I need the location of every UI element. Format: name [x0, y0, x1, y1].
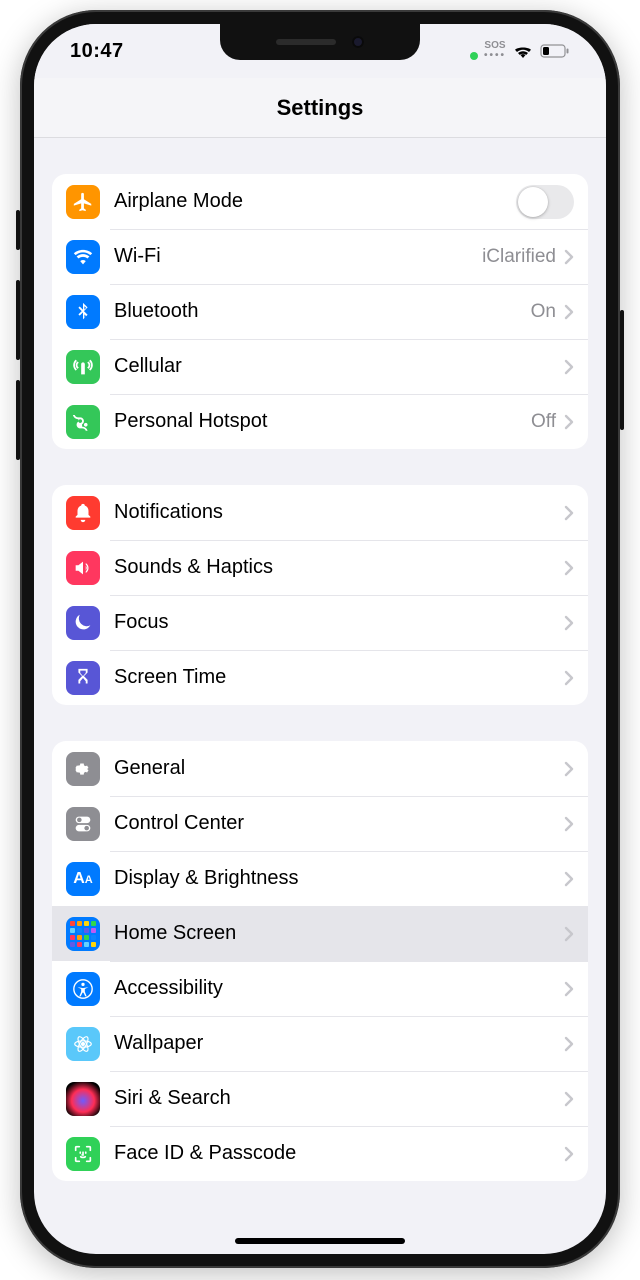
chevron-right-icon [564, 761, 574, 777]
row-label: Focus [114, 611, 564, 634]
cellular-icon [66, 350, 100, 384]
mute-switch [16, 210, 20, 250]
chevron-right-icon [564, 615, 574, 631]
siri-icon [66, 1082, 100, 1116]
airplane-icon [66, 185, 100, 219]
row-detail: On [531, 301, 556, 323]
chevron-right-icon [564, 816, 574, 832]
settings-row-bluetooth[interactable]: BluetoothOn [52, 284, 588, 339]
faceid-icon [66, 1137, 100, 1171]
moon-icon [66, 606, 100, 640]
volume-down-button [16, 380, 20, 460]
chevron-right-icon [564, 926, 574, 942]
chevron-right-icon [564, 981, 574, 997]
chevron-right-icon [564, 505, 574, 521]
row-detail: iClarified [482, 246, 556, 268]
chevron-right-icon [564, 670, 574, 686]
chevron-right-icon [564, 871, 574, 887]
toggle-switch[interactable] [516, 185, 574, 219]
chevron-right-icon [564, 414, 574, 430]
row-label: Airplane Mode [114, 190, 516, 213]
settings-row-wallpaper[interactable]: Wallpaper [52, 1016, 588, 1071]
settings-row-homescreen[interactable]: Home Screen [52, 906, 588, 961]
navbar: Settings [34, 78, 606, 138]
notch [220, 24, 420, 60]
toggles-icon [66, 807, 100, 841]
settings-row-siri[interactable]: Siri & Search [52, 1071, 588, 1126]
row-label: Display & Brightness [114, 867, 564, 890]
home-indicator[interactable] [235, 1238, 405, 1244]
row-label: Home Screen [114, 922, 564, 945]
settings-row-general[interactable]: General [52, 741, 588, 796]
settings-group: Notifications Sounds & Haptics Focus Screen… [52, 485, 588, 705]
row-label: Bluetooth [114, 300, 531, 323]
power-button [620, 310, 624, 430]
row-label: Screen Time [114, 666, 564, 689]
settings-row-controlcenter[interactable]: Control Center [52, 796, 588, 851]
settings-row-focus[interactable]: Focus [52, 595, 588, 650]
settings-row-accessibility[interactable]: Accessibility [52, 961, 588, 1016]
row-label: Personal Hotspot [114, 410, 531, 433]
settings-group: Airplane ModeWi-FiiClarifiedBluetoothOnC… [52, 174, 588, 449]
wifi-icon [66, 240, 100, 274]
hourglass-icon [66, 661, 100, 695]
settings-row-airplane[interactable]: Airplane Mode [52, 174, 588, 229]
sos-indicator: SOS•••• [484, 41, 506, 61]
settings-row-hotspot[interactable]: Personal HotspotOff [52, 394, 588, 449]
grid-icon [66, 917, 100, 951]
bluetooth-icon [66, 295, 100, 329]
settings-row-wifi[interactable]: Wi-FiiClarified [52, 229, 588, 284]
row-label: Sounds & Haptics [114, 556, 564, 579]
screen: 10:47 SOS•••• Settings Airplane Mode Wi-F… [34, 24, 606, 1254]
settings-row-display[interactable]: AA Display & Brightness [52, 851, 588, 906]
camera-indicator-dot [470, 52, 478, 60]
settings-row-notifications[interactable]: Notifications [52, 485, 588, 540]
row-label: General [114, 757, 564, 780]
settings-list[interactable]: Airplane ModeWi-FiiClarifiedBluetoothOnC… [34, 138, 606, 1254]
row-label: Wallpaper [114, 1032, 564, 1055]
status-time: 10:47 [70, 40, 124, 63]
chevron-right-icon [564, 560, 574, 576]
settings-row-sounds[interactable]: Sounds & Haptics [52, 540, 588, 595]
row-label: Notifications [114, 501, 564, 524]
wifi-status-icon [512, 43, 534, 59]
chevron-right-icon [564, 249, 574, 265]
chevron-right-icon [564, 359, 574, 375]
settings-group: General Control Center AA Display & Brightn… [52, 741, 588, 1181]
bell-icon [66, 496, 100, 530]
flower-icon [66, 1027, 100, 1061]
aa-icon: AA [66, 862, 100, 896]
volume-up-button [16, 280, 20, 360]
chevron-right-icon [564, 1036, 574, 1052]
hotspot-icon [66, 405, 100, 439]
row-label: Control Center [114, 812, 564, 835]
device-frame: 10:47 SOS•••• Settings Airplane Mode Wi-F… [20, 10, 620, 1268]
row-label: Wi-Fi [114, 245, 482, 268]
row-label: Accessibility [114, 977, 564, 1000]
chevron-right-icon [564, 1091, 574, 1107]
speaker-icon [66, 551, 100, 585]
row-label: Siri & Search [114, 1087, 564, 1110]
settings-row-faceid[interactable]: Face ID & Passcode [52, 1126, 588, 1181]
settings-row-screentime[interactable]: Screen Time [52, 650, 588, 705]
row-detail: Off [531, 411, 556, 433]
battery-status-icon [540, 44, 570, 58]
settings-row-cellular[interactable]: Cellular [52, 339, 588, 394]
row-label: Cellular [114, 355, 564, 378]
row-label: Face ID & Passcode [114, 1142, 564, 1165]
gear-icon [66, 752, 100, 786]
accessibility-icon [66, 972, 100, 1006]
chevron-right-icon [564, 1146, 574, 1162]
page-title: Settings [277, 95, 364, 121]
chevron-right-icon [564, 304, 574, 320]
